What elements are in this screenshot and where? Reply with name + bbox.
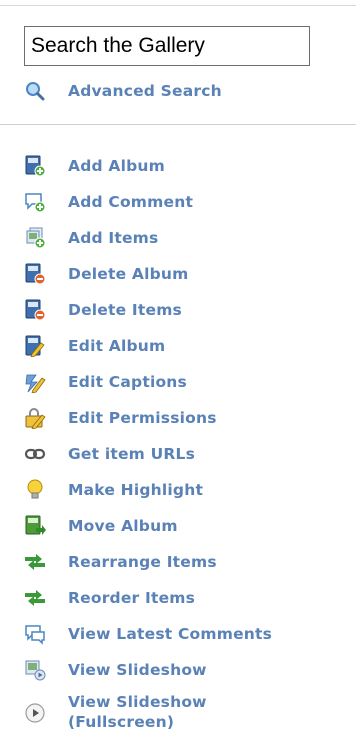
menu-item-label: View Latest Comments bbox=[68, 625, 273, 643]
items-add-icon bbox=[26, 227, 46, 249]
album-edit-icon bbox=[25, 335, 45, 357]
comments-view-icon bbox=[25, 625, 45, 645]
album-move-icon bbox=[25, 515, 46, 535]
menu-item-add-album[interactable]: Add Album bbox=[24, 148, 354, 184]
menu-item-delete-album[interactable]: Delete Album bbox=[24, 256, 354, 292]
advanced-search-label: Advanced Search bbox=[68, 82, 222, 100]
advanced-search-link[interactable]: Advanced Search bbox=[24, 78, 222, 104]
menu-item-view-slideshow-fullscreen[interactable]: View Slideshow (Fullscreen) bbox=[24, 688, 354, 742]
album-add-icon bbox=[25, 155, 46, 177]
menu-item-delete-items[interactable]: Delete Items bbox=[24, 292, 354, 328]
menu-item-label: View Slideshow (Fullscreen) bbox=[68, 693, 207, 731]
menu-item-label: Add Items bbox=[68, 229, 159, 247]
menu-item-get-item-urls[interactable]: Get item URLs bbox=[24, 436, 354, 472]
menu-item-label: Make Highlight bbox=[68, 481, 204, 499]
gallery-actions-menu: Add Album Add Comment Add Items Delete A… bbox=[24, 148, 354, 742]
reorder-icon bbox=[25, 590, 45, 606]
play-circle-icon bbox=[25, 703, 45, 723]
menu-item-edit-album[interactable]: Edit Album bbox=[24, 328, 354, 364]
items-delete-icon bbox=[25, 299, 46, 321]
menu-item-add-comment[interactable]: Add Comment bbox=[24, 184, 354, 220]
search-input[interactable] bbox=[24, 26, 310, 66]
menu-item-move-album[interactable]: Move Album bbox=[24, 508, 354, 544]
top-divider bbox=[0, 5, 356, 6]
permissions-edit-icon bbox=[25, 408, 46, 429]
album-delete-icon bbox=[25, 263, 46, 285]
menu-item-label: Delete Items bbox=[68, 301, 182, 319]
link-icon bbox=[24, 448, 46, 460]
menu-item-label: Add Album bbox=[68, 157, 165, 175]
menu-item-edit-permissions[interactable]: Edit Permissions bbox=[24, 400, 354, 436]
lightbulb-icon bbox=[27, 479, 43, 499]
menu-item-rearrange-items[interactable]: Rearrange Items bbox=[24, 544, 354, 580]
menu-item-make-highlight[interactable]: Make Highlight bbox=[24, 472, 354, 508]
comment-add-icon bbox=[25, 193, 46, 213]
menu-item-edit-captions[interactable]: Edit Captions bbox=[24, 364, 354, 400]
captions-edit-icon bbox=[25, 374, 46, 393]
menu-item-label: Add Comment bbox=[68, 193, 194, 211]
menu-item-label: Move Album bbox=[68, 517, 178, 535]
slideshow-icon bbox=[25, 660, 46, 681]
menu-item-label: Edit Album bbox=[68, 337, 166, 355]
menu-item-reorder-items[interactable]: Reorder Items bbox=[24, 580, 354, 616]
menu-item-label: Edit Captions bbox=[68, 373, 187, 391]
menu-item-view-latest-comments[interactable]: View Latest Comments bbox=[24, 616, 354, 652]
menu-item-label: Delete Album bbox=[68, 265, 189, 283]
magnifier-icon bbox=[26, 82, 45, 101]
menu-item-view-slideshow[interactable]: View Slideshow bbox=[24, 652, 354, 688]
section-divider bbox=[0, 124, 356, 125]
menu-item-label: Rearrange Items bbox=[68, 553, 217, 571]
menu-item-label: Edit Permissions bbox=[68, 409, 217, 427]
menu-item-label: Reorder Items bbox=[68, 589, 196, 607]
menu-item-add-items[interactable]: Add Items bbox=[24, 220, 354, 256]
menu-item-label: View Slideshow bbox=[68, 661, 207, 679]
menu-item-label: Get item URLs bbox=[68, 445, 196, 463]
rearrange-icon bbox=[25, 554, 45, 570]
